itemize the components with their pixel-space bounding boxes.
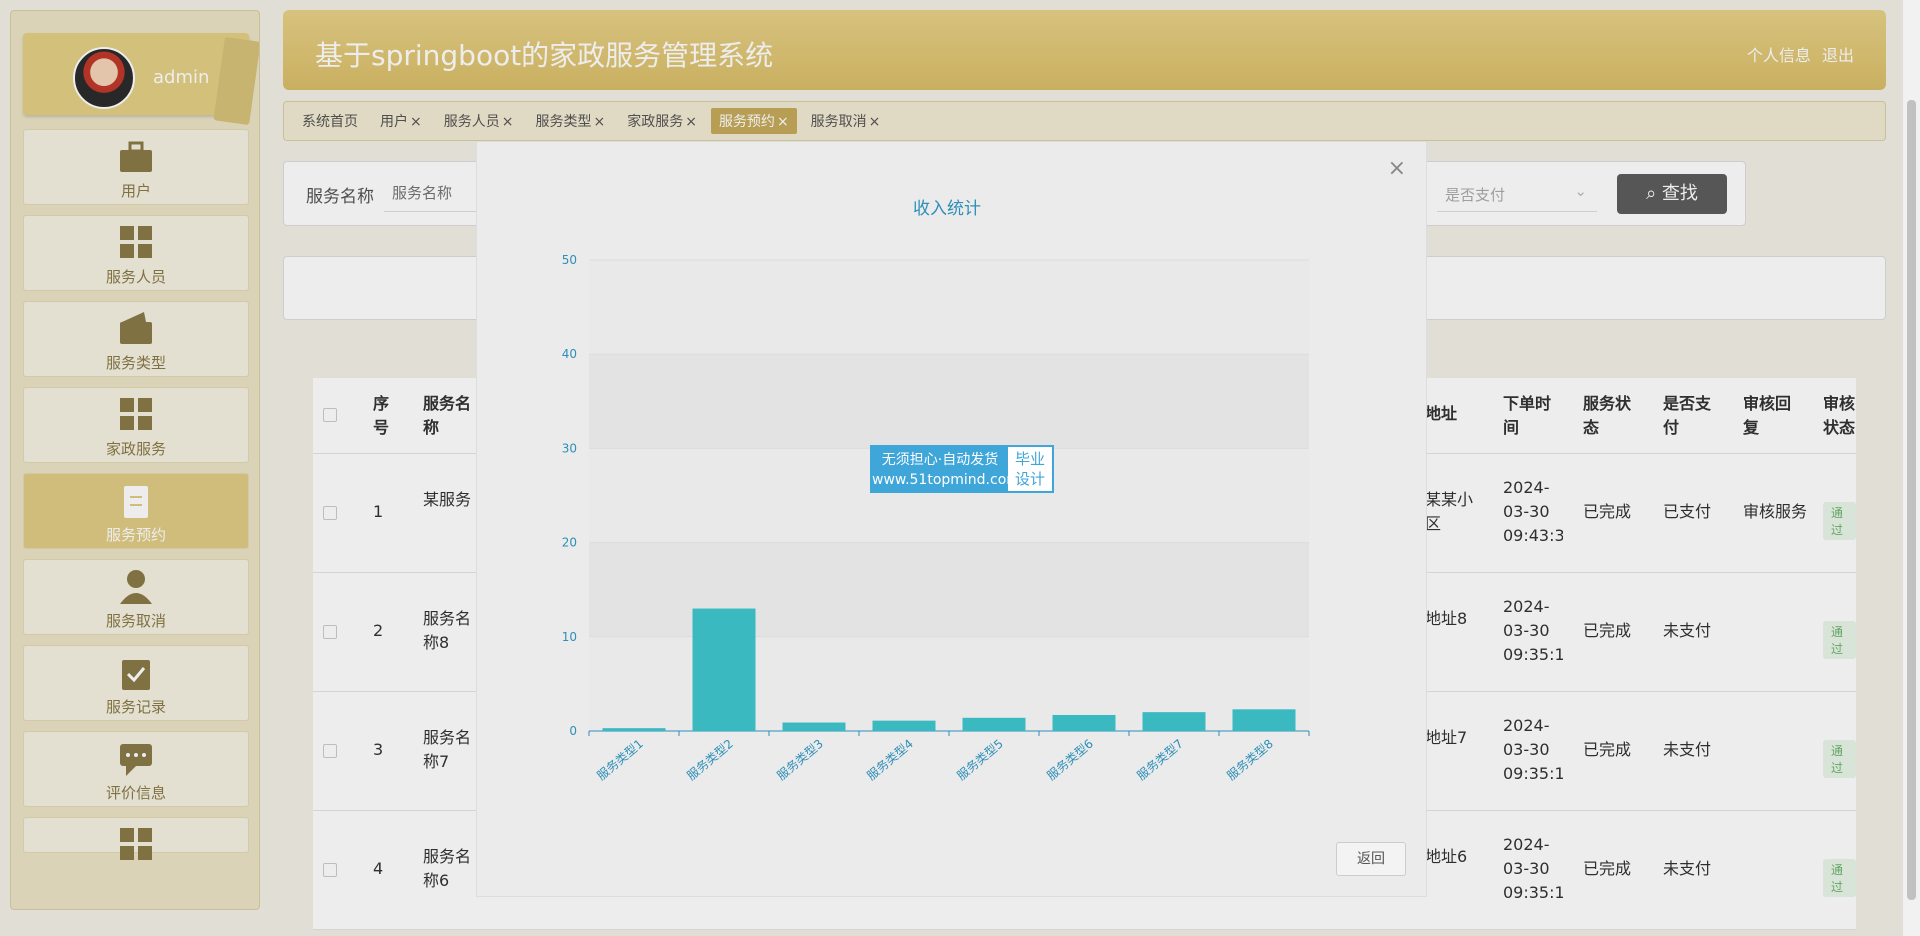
watermark-text: 无须担心·自动发货 www.51topmind.com [872, 447, 1020, 491]
bar-4 [872, 720, 936, 731]
x-tick-label: 服务类型5 [954, 736, 1006, 783]
grid-band [589, 260, 1309, 355]
x-tick-label: 服务类型8 [1224, 736, 1276, 783]
bar-8 [1232, 709, 1296, 731]
x-tick-label: 服务类型3 [774, 736, 826, 783]
x-tick-label: 服务类型4 [864, 736, 916, 783]
y-tick-label: 40 [562, 347, 577, 361]
close-icon[interactable]: × [1388, 156, 1406, 181]
watermark-line-1: 无须担心·自动发货 [881, 452, 999, 468]
x-tick-label: 服务类型7 [1134, 736, 1186, 783]
watermark-badge: 毕业 设计 [1008, 447, 1052, 491]
bar-6 [1052, 714, 1116, 731]
y-tick-label: 30 [562, 441, 577, 455]
scrollbar-thumb[interactable] [1907, 100, 1916, 900]
grid-band [589, 354, 1309, 449]
watermark-badge-2: 设计 [1014, 470, 1045, 488]
y-tick-label: 50 [562, 253, 577, 267]
watermark-logo: 无须担心·自动发货 www.51topmind.com 毕业 设计 [870, 445, 1054, 493]
bar-7 [1142, 712, 1206, 731]
y-tick-label: 10 [562, 630, 577, 644]
x-tick-label: 服务类型1 [594, 736, 646, 783]
bar-1 [602, 728, 666, 731]
chart-modal: × 收入统计 0 10 20 30 40 50 服务类型1 服务类型2 服务类型3 服务类型4 服务类… [476, 141, 1427, 897]
scrollbar[interactable] [1903, 0, 1920, 936]
y-tick-label: 20 [562, 536, 577, 550]
return-button[interactable]: 返回 [1336, 842, 1406, 876]
bar-3 [782, 722, 846, 731]
watermark-badge-1: 毕业 [1014, 450, 1045, 468]
bar-2 [692, 608, 756, 731]
x-tick-label: 服务类型6 [1044, 736, 1096, 783]
bar-5 [962, 717, 1026, 731]
chart-title: 收入统计 [913, 199, 981, 219]
watermark-line-2: www.51topmind.com [872, 472, 1020, 488]
x-tick-label: 服务类型2 [684, 736, 736, 783]
y-tick-label: 0 [569, 724, 577, 738]
